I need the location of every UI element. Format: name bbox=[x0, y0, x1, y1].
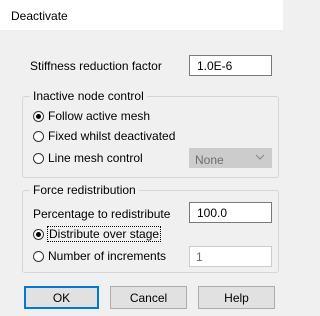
follow-active-mesh-radio[interactable]: Follow active mesh bbox=[33, 108, 150, 124]
window-title: Deactivate bbox=[11, 9, 68, 23]
follow-active-mesh-label: Follow active mesh bbox=[48, 109, 151, 123]
line-mesh-control-radio[interactable]: Line mesh control bbox=[33, 150, 143, 166]
radio-checked-icon bbox=[33, 110, 44, 122]
title-bar: Deactivate bbox=[0, 0, 283, 31]
radio-checked-icon bbox=[33, 228, 44, 240]
chevron-down-icon bbox=[255, 154, 265, 160]
line-mesh-select-value: None bbox=[195, 153, 224, 167]
radio-unchecked-icon bbox=[33, 130, 44, 142]
number-of-increments-radio[interactable]: Number of increments bbox=[33, 248, 166, 264]
cancel-button[interactable]: Cancel bbox=[110, 286, 187, 309]
radio-unchecked-icon bbox=[33, 152, 44, 164]
increments-field[interactable]: 1 bbox=[189, 246, 272, 267]
distribute-over-stage-label: Distribute over stage bbox=[46, 226, 162, 242]
line-mesh-select[interactable]: None bbox=[189, 148, 272, 168]
fixed-whilst-deactivated-radio[interactable]: Fixed whilst deactivated bbox=[33, 128, 175, 144]
force-redistribution-legend: Force redistribution bbox=[30, 183, 139, 197]
ok-button[interactable]: OK bbox=[24, 286, 99, 309]
percentage-label: Percentage to redistribute bbox=[33, 207, 171, 221]
stiffness-field[interactable]: 1.0E-6 bbox=[189, 55, 272, 76]
stiffness-label: Stiffness reduction factor bbox=[30, 59, 162, 73]
number-of-increments-label: Number of increments bbox=[48, 249, 167, 263]
line-mesh-control-label: Line mesh control bbox=[48, 151, 143, 165]
fixed-whilst-deactivated-label: Fixed whilst deactivated bbox=[48, 129, 176, 143]
inactive-node-control-legend: Inactive node control bbox=[30, 89, 147, 103]
distribute-over-stage-radio[interactable]: Distribute over stage bbox=[33, 226, 162, 242]
percentage-field[interactable]: 100.0 bbox=[189, 202, 272, 223]
help-button[interactable]: Help bbox=[198, 286, 275, 309]
radio-unchecked-icon bbox=[33, 250, 44, 262]
